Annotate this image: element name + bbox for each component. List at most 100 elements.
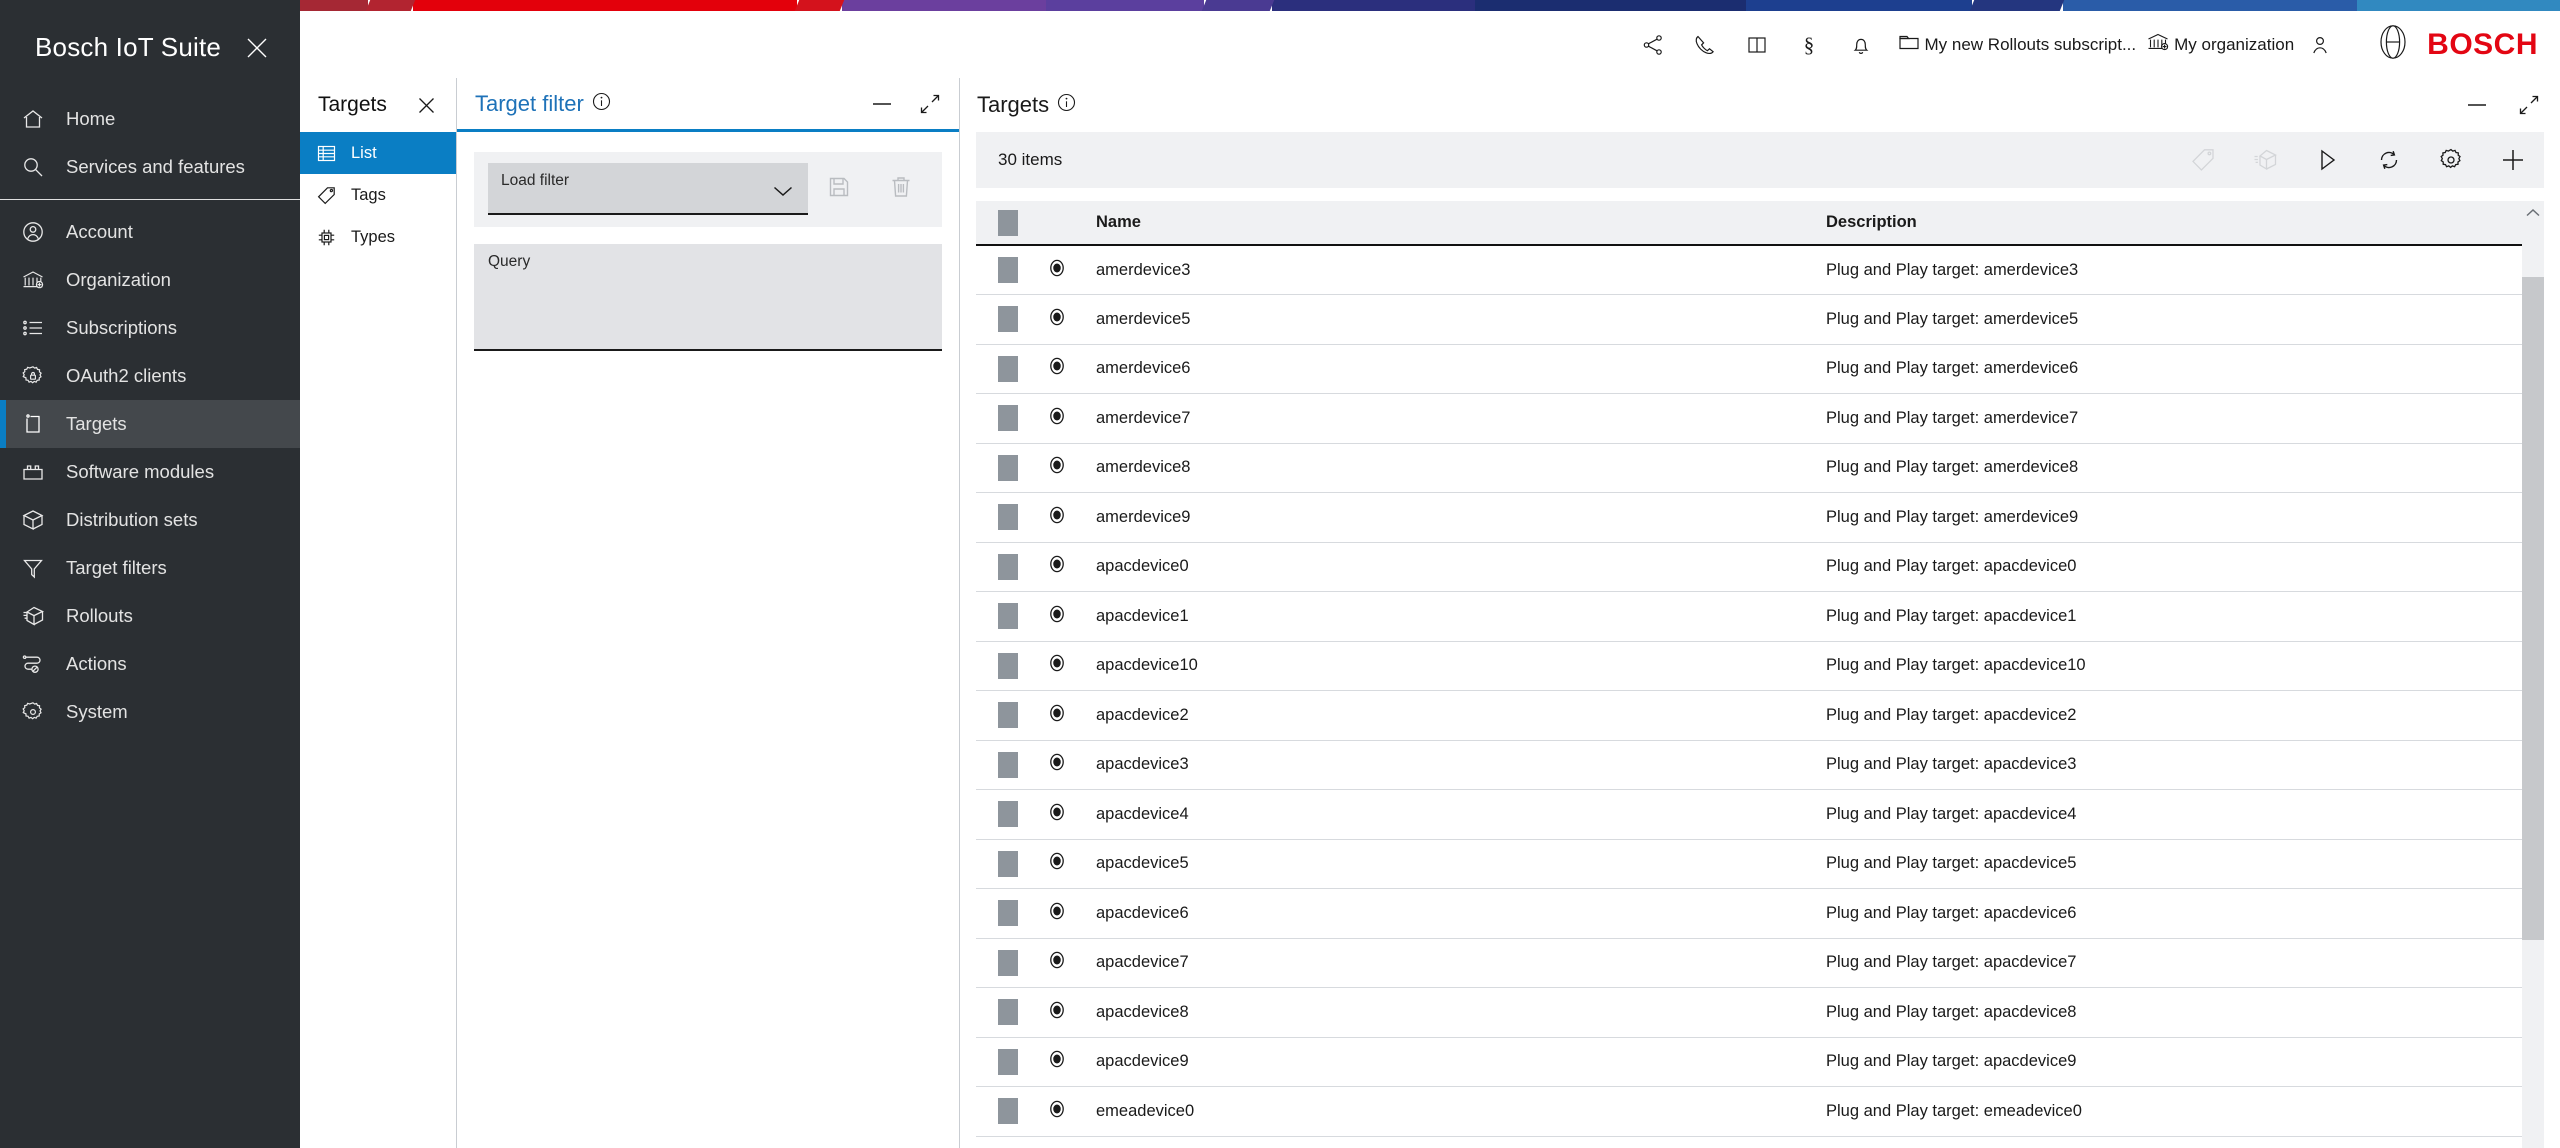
- table-row[interactable]: apacdevice9Plug and Play target: apacdev…: [976, 1037, 2522, 1087]
- row-status-cell: [1040, 443, 1096, 493]
- table-row[interactable]: apacdevice5Plug and Play target: apacdev…: [976, 839, 2522, 889]
- row-select-cell: [976, 988, 1040, 1038]
- top-header: § My new Rollouts subscript... My organi…: [300, 11, 2560, 78]
- row-select-cell: [976, 394, 1040, 444]
- chevron-up-icon[interactable]: [2522, 201, 2544, 225]
- share-icon[interactable]: [1633, 25, 1673, 65]
- assign-tag-icon[interactable]: [2190, 147, 2216, 173]
- row-drag-handle[interactable]: [998, 257, 1018, 283]
- target-status-icon: [1046, 611, 1068, 629]
- row-drag-handle[interactable]: [998, 554, 1018, 580]
- target-status-icon: [1046, 908, 1068, 926]
- person-icon[interactable]: [2300, 25, 2340, 65]
- row-drag-handle[interactable]: [998, 603, 1018, 629]
- subscription-selector[interactable]: My new Rollouts subscript...: [1897, 30, 2137, 59]
- row-drag-handle[interactable]: [998, 950, 1018, 976]
- table-row[interactable]: apacdevice0Plug and Play target: apacdev…: [976, 542, 2522, 592]
- select-all-handle[interactable]: [998, 210, 1018, 236]
- row-drag-handle[interactable]: [998, 653, 1018, 679]
- row-description: Plug and Play target: apacdevice6: [1826, 889, 2522, 939]
- gear-icon[interactable]: [2438, 147, 2464, 173]
- play-icon[interactable]: [2314, 147, 2340, 173]
- sidebar-item-actions[interactable]: Actions: [0, 640, 300, 688]
- table-row[interactable]: apacdevice3Plug and Play target: apacdev…: [976, 740, 2522, 790]
- row-drag-handle[interactable]: [998, 801, 1018, 827]
- expand-icon[interactable]: [919, 93, 941, 115]
- sidebar-item-system[interactable]: System: [0, 688, 300, 736]
- refresh-icon[interactable]: [2376, 147, 2402, 173]
- book-icon[interactable]: [1737, 25, 1777, 65]
- table-row[interactable]: apacdevice4Plug and Play target: apacdev…: [976, 790, 2522, 840]
- table-row[interactable]: amerdevice3Plug and Play target: amerdev…: [976, 245, 2522, 295]
- load-filter-select[interactable]: Load filter: [488, 163, 808, 215]
- table-header-name[interactable]: Name: [1096, 201, 1826, 245]
- table-row[interactable]: apacdevice10Plug and Play target: apacde…: [976, 641, 2522, 691]
- table-row[interactable]: amerdevice7Plug and Play target: amerdev…: [976, 394, 2522, 444]
- subnav-item-types[interactable]: Types: [300, 216, 456, 258]
- table-scrollbar[interactable]: [2522, 201, 2544, 1148]
- table-header-description[interactable]: Description: [1826, 201, 2522, 245]
- row-drag-handle[interactable]: [998, 306, 1018, 332]
- row-select-cell: [976, 542, 1040, 592]
- minimize-icon[interactable]: [2466, 99, 2488, 111]
- row-drag-handle[interactable]: [998, 1049, 1018, 1075]
- row-drag-handle[interactable]: [998, 405, 1018, 431]
- query-field[interactable]: Query: [474, 244, 942, 351]
- table-row[interactable]: amerdevice6Plug and Play target: amerdev…: [976, 344, 2522, 394]
- bell-icon[interactable]: [1841, 25, 1881, 65]
- close-icon[interactable]: [240, 31, 274, 65]
- table-row[interactable]: apacdevice2Plug and Play target: apacdev…: [976, 691, 2522, 741]
- row-drag-handle[interactable]: [998, 356, 1018, 382]
- row-drag-handle[interactable]: [998, 702, 1018, 728]
- table-row[interactable]: apacdevice8Plug and Play target: apacdev…: [976, 988, 2522, 1038]
- row-drag-handle[interactable]: [998, 851, 1018, 877]
- row-drag-handle[interactable]: [998, 455, 1018, 481]
- info-icon[interactable]: [1057, 93, 1076, 117]
- table-row[interactable]: apacdevice6Plug and Play target: apacdev…: [976, 889, 2522, 939]
- minimize-icon[interactable]: [871, 98, 893, 110]
- save-filter-button[interactable]: [808, 163, 870, 215]
- sidebar-item-distribution-sets[interactable]: Distribution sets: [0, 496, 300, 544]
- expand-icon[interactable]: [2518, 94, 2540, 116]
- paragraph-icon[interactable]: §: [1789, 25, 1829, 65]
- row-status-cell: [1040, 790, 1096, 840]
- table-row[interactable]: apacdevice1Plug and Play target: apacdev…: [976, 592, 2522, 642]
- row-description: Plug and Play target: apacdevice9: [1826, 1037, 2522, 1087]
- sidebar-item-home[interactable]: Home: [0, 95, 300, 143]
- row-drag-handle[interactable]: [998, 1098, 1018, 1124]
- row-drag-handle[interactable]: [998, 504, 1018, 530]
- load-filter-label: Load filter: [501, 172, 569, 190]
- sidebar-item-services-and-features[interactable]: Services and features: [0, 143, 300, 191]
- target-status-icon: [1046, 462, 1068, 480]
- subnav-item-tags[interactable]: Tags: [300, 174, 456, 216]
- row-drag-handle[interactable]: [998, 900, 1018, 926]
- subnav-item-list[interactable]: List: [300, 132, 456, 174]
- sidebar-item-targets[interactable]: Targets: [0, 400, 300, 448]
- sidebar-item-account[interactable]: Account: [0, 208, 300, 256]
- target-status-icon: [1046, 363, 1068, 381]
- table-row[interactable]: emeadevice0Plug and Play target: emeadev…: [976, 1087, 2522, 1137]
- table-row[interactable]: apacdevice7Plug and Play target: apacdev…: [976, 938, 2522, 988]
- info-icon[interactable]: [592, 92, 611, 116]
- target-status-icon: [1046, 710, 1068, 728]
- phone-icon[interactable]: [1685, 25, 1725, 65]
- sidebar-item-rollouts[interactable]: Rollouts: [0, 592, 300, 640]
- row-drag-handle[interactable]: [998, 752, 1018, 778]
- close-icon[interactable]: [413, 92, 439, 118]
- scrollbar-thumb[interactable]: [2522, 277, 2544, 940]
- sidebar-item-organization[interactable]: Organization: [0, 256, 300, 304]
- row-drag-handle[interactable]: [998, 999, 1018, 1025]
- sidebar-item-target-filters[interactable]: Target filters: [0, 544, 300, 592]
- sidebar-item-oauth2-clients[interactable]: OAuth2 clients: [0, 352, 300, 400]
- sidebar-item-subscriptions[interactable]: Subscriptions: [0, 304, 300, 352]
- organization-selector[interactable]: My organization: [2146, 30, 2294, 59]
- save-icon: [827, 175, 851, 204]
- sidebar-item-software-modules[interactable]: Software modules: [0, 448, 300, 496]
- add-icon[interactable]: [2500, 147, 2526, 173]
- assign-distribution-icon[interactable]: [2252, 147, 2278, 173]
- delete-filter-button[interactable]: [870, 163, 932, 215]
- table-row[interactable]: amerdevice8Plug and Play target: amerdev…: [976, 443, 2522, 493]
- target-status-icon: [1046, 1056, 1068, 1074]
- table-row[interactable]: amerdevice5Plug and Play target: amerdev…: [976, 295, 2522, 345]
- table-row[interactable]: amerdevice9Plug and Play target: amerdev…: [976, 493, 2522, 543]
